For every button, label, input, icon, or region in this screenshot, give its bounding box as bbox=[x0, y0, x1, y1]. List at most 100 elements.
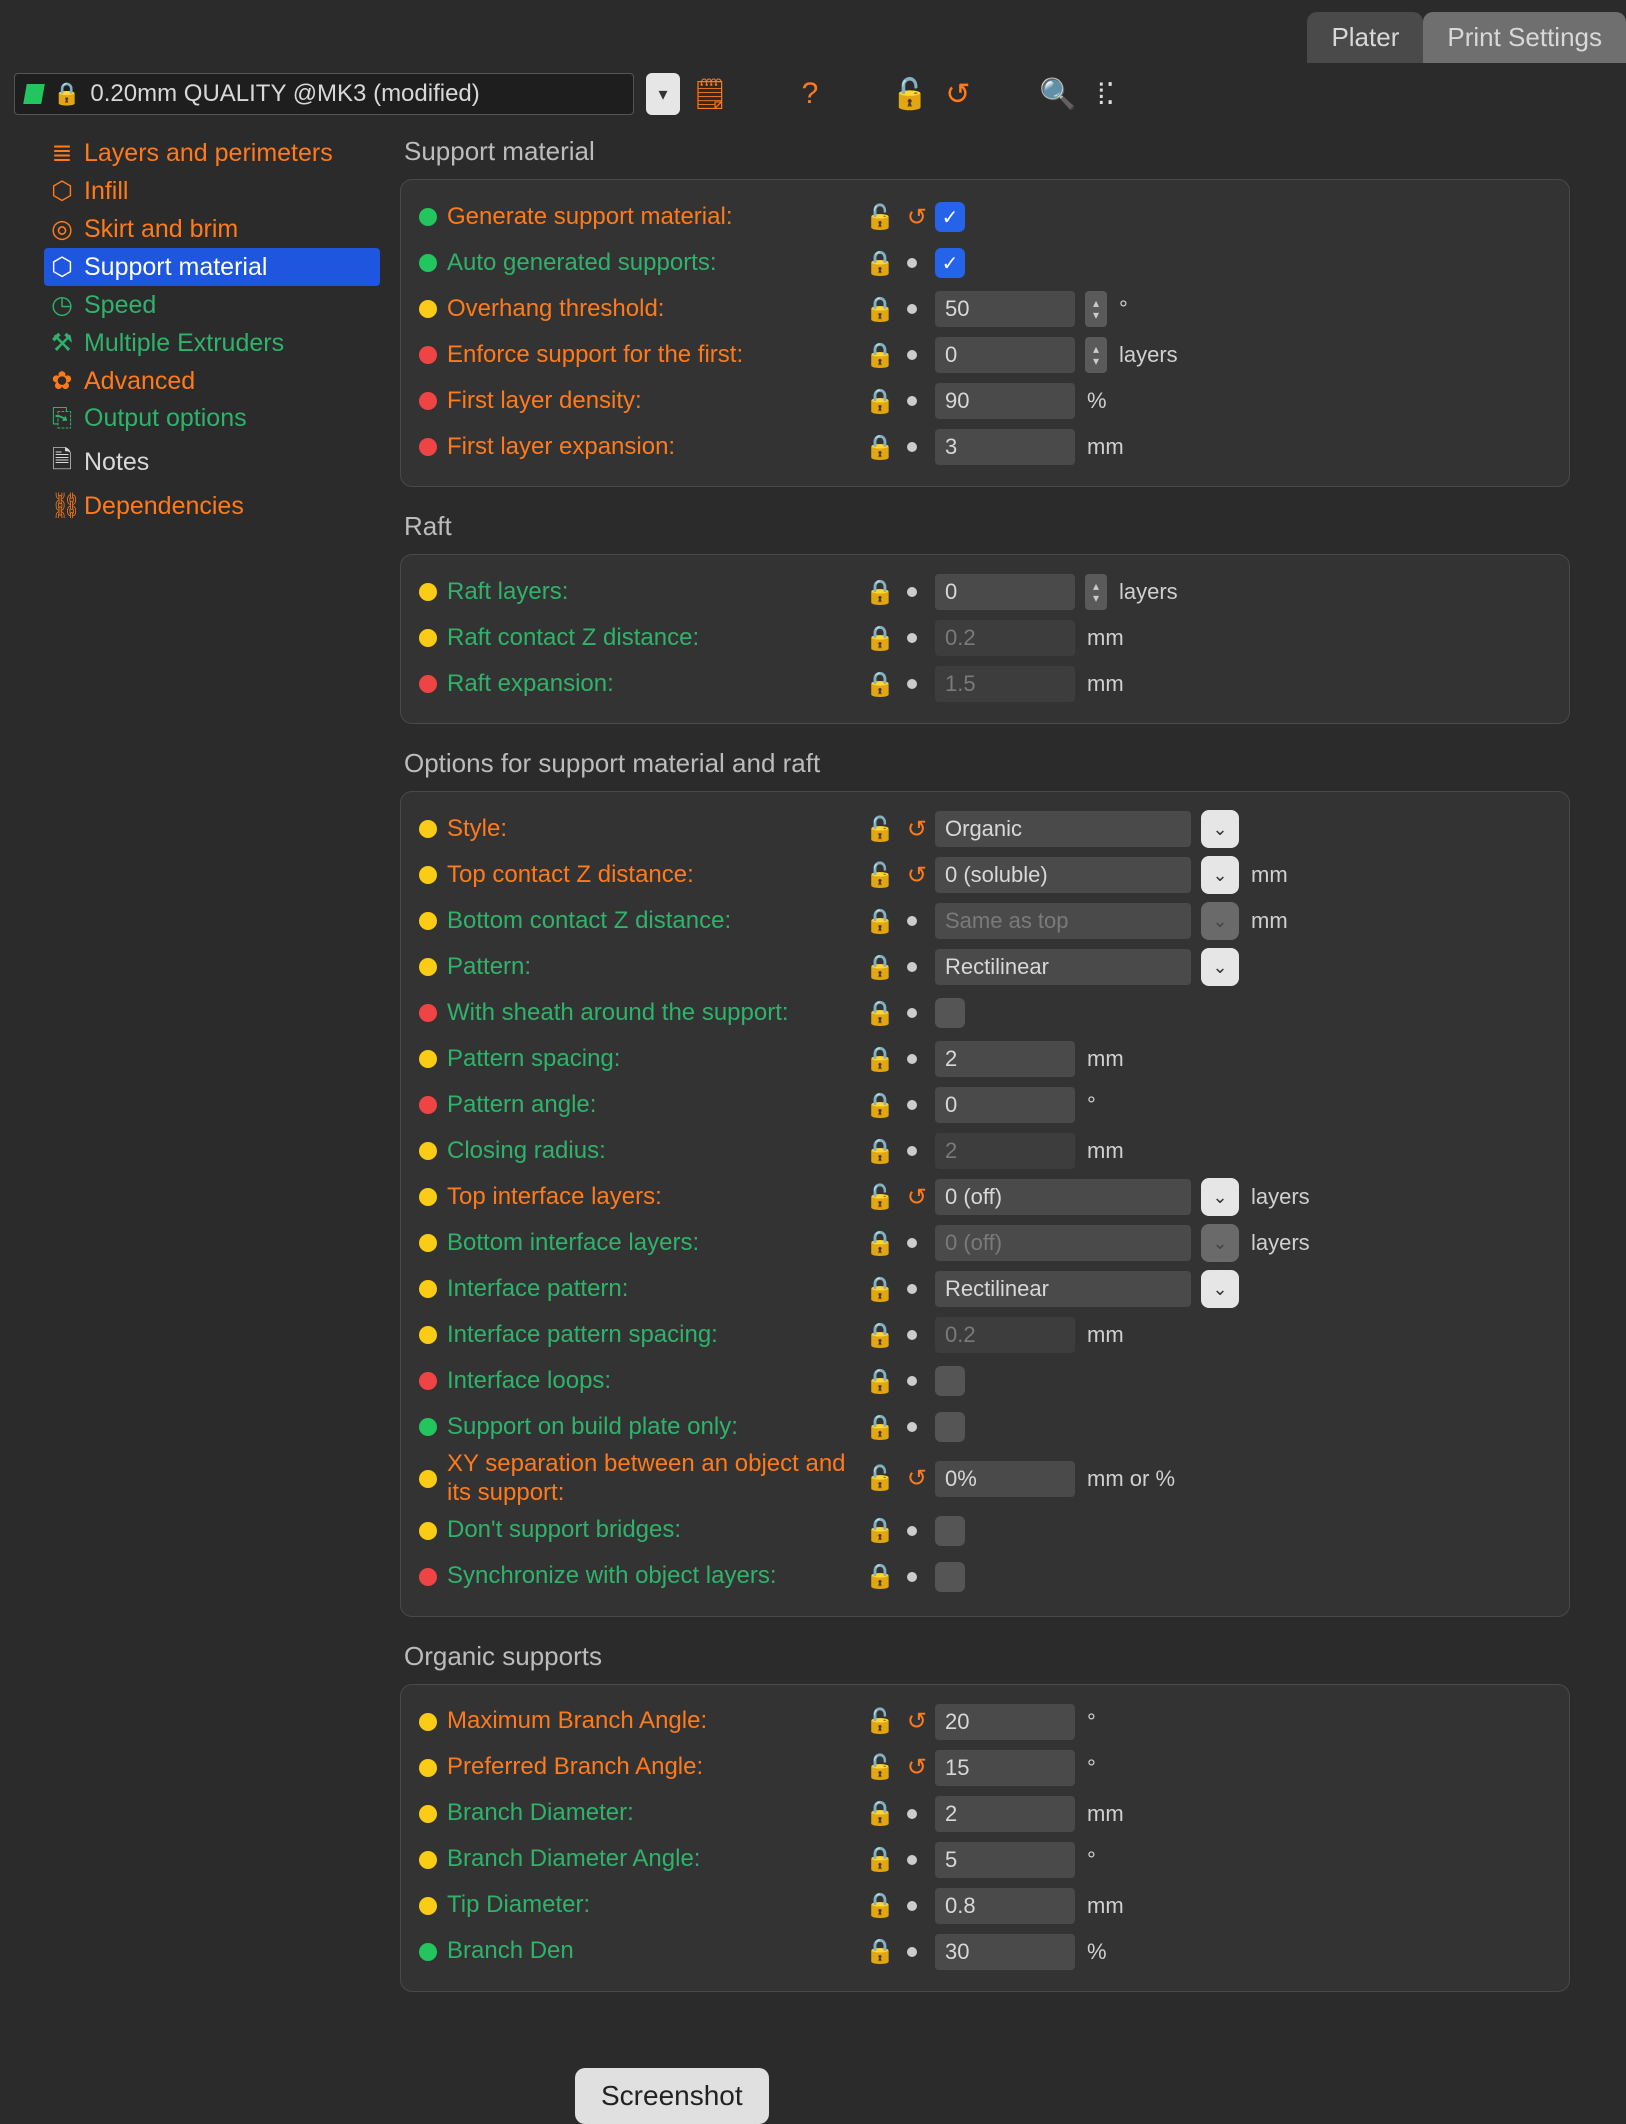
input-branch_dia_ang[interactable] bbox=[935, 1842, 1075, 1878]
input-pat_spacing[interactable] bbox=[935, 1041, 1075, 1077]
sidebar-item-speed[interactable]: ◷Speed bbox=[44, 286, 380, 324]
row-if_spacing: Interface pattern spacing:🔒mm bbox=[419, 1312, 1551, 1358]
input-xy_sep[interactable] bbox=[935, 1461, 1075, 1497]
unlock-icon[interactable]: 🔓 bbox=[892, 76, 928, 112]
lock-reset[interactable]: 🔒 bbox=[865, 295, 935, 324]
lock-reset[interactable]: 🔒 bbox=[865, 1367, 935, 1396]
row-label: First layer density: bbox=[447, 387, 865, 416]
checkbox-if_loops[interactable] bbox=[935, 1366, 965, 1396]
tab-print-settings[interactable]: Print Settings bbox=[1423, 12, 1626, 63]
sidebar-item-dependencies[interactable]: ⛓Dependencies bbox=[44, 488, 380, 525]
lock-reset[interactable]: 🔒 bbox=[865, 907, 935, 936]
bullet-icon bbox=[907, 1008, 917, 1018]
select-if_pattern[interactable] bbox=[935, 1271, 1191, 1307]
stepper[interactable]: ▴▾ bbox=[1085, 337, 1107, 373]
lock-reset[interactable]: 🔒 bbox=[865, 1845, 935, 1874]
stepper[interactable]: ▴▾ bbox=[1085, 291, 1107, 327]
lock-reset[interactable]: 🔓↺ bbox=[865, 815, 935, 844]
input-overhang[interactable] bbox=[935, 291, 1075, 327]
lock-reset[interactable]: 🔒 bbox=[865, 1321, 935, 1350]
sidebar-item-skirt-and-brim[interactable]: ◎Skirt and brim bbox=[44, 210, 380, 248]
lock-reset[interactable]: 🔒 bbox=[865, 433, 935, 462]
checkbox-auto[interactable]: ✓ bbox=[935, 248, 965, 278]
sidebar-item-output-options[interactable]: ⎘Output options bbox=[44, 400, 380, 437]
compare-icon[interactable]: ⁞⁚ bbox=[1088, 76, 1124, 112]
lock-reset[interactable]: 🔒 bbox=[865, 670, 935, 699]
lock-reset[interactable]: 🔓↺ bbox=[865, 1707, 935, 1736]
sidebar-item-infill[interactable]: ⬡Infill bbox=[44, 172, 380, 210]
lock-reset[interactable]: 🔒 bbox=[865, 249, 935, 278]
input-enforce[interactable] bbox=[935, 337, 1075, 373]
lock-reset[interactable]: 🔒 bbox=[865, 1516, 935, 1545]
sidebar-item-layers-and-perimeters[interactable]: ≣Layers and perimeters bbox=[44, 134, 380, 172]
lock-reset[interactable]: 🔒 bbox=[865, 999, 935, 1028]
lock-reset[interactable]: 🔓↺ bbox=[865, 203, 935, 232]
checkbox-no_bridge[interactable] bbox=[935, 1516, 965, 1546]
lock-reset[interactable]: 🔓↺ bbox=[865, 1183, 935, 1212]
row-auto: Auto generated supports:🔒✓ bbox=[419, 240, 1551, 286]
lock-reset[interactable]: 🔒 bbox=[865, 578, 935, 607]
lock-reset[interactable]: 🔒 bbox=[865, 341, 935, 370]
preset-dropdown[interactable]: ▾ bbox=[646, 73, 680, 115]
input-raft_layers[interactable] bbox=[935, 574, 1075, 610]
checkbox-sync[interactable] bbox=[935, 1562, 965, 1592]
row-label: Pattern angle: bbox=[447, 1091, 865, 1120]
lock-reset[interactable]: 🔓↺ bbox=[865, 861, 935, 890]
input-fle[interactable] bbox=[935, 429, 1075, 465]
dropdown-icon[interactable]: ⌄ bbox=[1201, 856, 1239, 894]
row-label: Bottom interface layers: bbox=[447, 1229, 865, 1258]
bullet-icon bbox=[907, 1330, 917, 1340]
select-top_z[interactable] bbox=[935, 857, 1191, 893]
dropdown-icon[interactable]: ⌄ bbox=[1201, 1270, 1239, 1308]
lock-reset[interactable]: 🔒 bbox=[865, 1562, 935, 1591]
undo-icon[interactable]: ↺ bbox=[940, 76, 976, 112]
clipboard-icon[interactable]: 🗒 bbox=[692, 76, 728, 112]
lock-reset[interactable]: 🔒 bbox=[865, 1275, 935, 1304]
search-icon[interactable]: 🔍 bbox=[1040, 76, 1076, 112]
lock-reset[interactable]: 🔒 bbox=[865, 1091, 935, 1120]
select-top_if[interactable] bbox=[935, 1179, 1191, 1215]
help-icon[interactable]: ? bbox=[792, 76, 828, 112]
row-if_pattern: Interface pattern:🔒⌄ bbox=[419, 1266, 1551, 1312]
unit: % bbox=[1087, 388, 1107, 414]
tab-plater[interactable]: Plater bbox=[1307, 12, 1423, 63]
status-bullet bbox=[419, 866, 437, 884]
input-max_branch[interactable] bbox=[935, 1704, 1075, 1740]
lock-reset[interactable]: 🔒 bbox=[865, 953, 935, 982]
lock-reset[interactable]: 🔒 bbox=[865, 1229, 935, 1258]
sidebar-item-notes[interactable]: 🗎Notes bbox=[44, 437, 380, 488]
input-branch_den[interactable] bbox=[935, 1934, 1075, 1970]
checkbox-bp_only[interactable] bbox=[935, 1412, 965, 1442]
input-pat_angle[interactable] bbox=[935, 1087, 1075, 1123]
input-branch_dia[interactable] bbox=[935, 1796, 1075, 1832]
lock-reset[interactable]: 🔒 bbox=[865, 1937, 935, 1966]
lock-reset[interactable]: 🔓↺ bbox=[865, 1753, 935, 1782]
preset-select[interactable]: 🔒 0.20mm QUALITY @MK3 (modified) bbox=[14, 73, 634, 115]
lock-reset[interactable]: 🔒 bbox=[865, 1891, 935, 1920]
checkbox-gen[interactable]: ✓ bbox=[935, 202, 965, 232]
stepper[interactable]: ▴▾ bbox=[1085, 574, 1107, 610]
lock-reset[interactable]: 🔒 bbox=[865, 1045, 935, 1074]
input-pref_branch[interactable] bbox=[935, 1750, 1075, 1786]
sidebar-item-advanced[interactable]: ✿Advanced bbox=[44, 362, 380, 400]
input-tip_dia[interactable] bbox=[935, 1888, 1075, 1924]
lock-reset[interactable]: 🔒 bbox=[865, 1137, 935, 1166]
select-style[interactable] bbox=[935, 811, 1191, 847]
lock-reset[interactable]: 🔓↺ bbox=[865, 1464, 935, 1493]
sidebar-label: Multiple Extruders bbox=[84, 329, 284, 358]
unlock-icon: 🔓 bbox=[865, 815, 895, 844]
lock-reset[interactable]: 🔒 bbox=[865, 624, 935, 653]
sidebar-item-multiple-extruders[interactable]: ⚒Multiple Extruders bbox=[44, 324, 380, 362]
lock-reset[interactable]: 🔒 bbox=[865, 387, 935, 416]
lock-reset[interactable]: 🔒 bbox=[865, 1413, 935, 1442]
row-label: Don't support bridges: bbox=[447, 1516, 865, 1545]
dropdown-icon[interactable]: ⌄ bbox=[1201, 1178, 1239, 1216]
sidebar-item-support-material[interactable]: ⬡Support material bbox=[44, 248, 380, 286]
status-bullet bbox=[419, 820, 437, 838]
checkbox-sheath[interactable] bbox=[935, 998, 965, 1028]
input-fld[interactable] bbox=[935, 383, 1075, 419]
select-pattern[interactable] bbox=[935, 949, 1191, 985]
dropdown-icon[interactable]: ⌄ bbox=[1201, 810, 1239, 848]
lock-reset[interactable]: 🔒 bbox=[865, 1799, 935, 1828]
dropdown-icon[interactable]: ⌄ bbox=[1201, 948, 1239, 986]
